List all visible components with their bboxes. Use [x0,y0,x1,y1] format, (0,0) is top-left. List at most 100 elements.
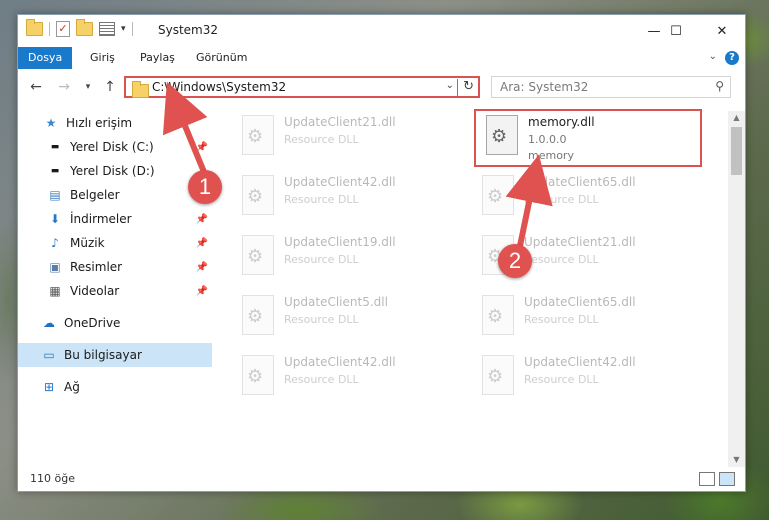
file-name: UpdateClient21.dll [524,235,636,249]
search-placeholder: Ara: System32 [500,80,589,94]
cloud-icon: ☁ [43,316,55,330]
pictures-icon: ▣ [49,260,61,274]
dll-file-icon [242,175,274,215]
file-item-memory-dll[interactable]: memory.dll 1.0.0.0 memory [474,109,702,167]
file-item[interactable]: UpdateClient42.dll Resource DLL [232,351,452,409]
pin-icon[interactable]: 📌 [196,238,208,249]
sidebar-item-network[interactable]: ⊞ Ağ [18,375,212,399]
dll-file-icon [242,235,274,275]
sidebar-item-disk-c[interactable]: ▬ Yerel Disk (C:) 📌 [18,135,212,159]
title-bar: ✓ ▾ System32 — ☐ ✕ [18,15,745,47]
file-name: UpdateClient65.dll [524,295,636,309]
folder-icon [132,81,149,98]
download-icon: ⬇ [49,212,61,226]
sidebar-item-label: İndirmeler [70,212,132,226]
sidebar-item-onedrive[interactable]: ☁ OneDrive [18,311,212,335]
sidebar-item-label: OneDrive [64,316,121,330]
search-input[interactable]: Ara: System32 ⚲ [491,76,731,98]
file-description: Resource DLL [524,193,599,206]
back-arrow-icon[interactable]: ← [26,77,46,97]
forward-arrow-icon[interactable]: → [54,77,74,97]
file-description: Resource DLL [524,373,599,386]
toolbar-divider [131,22,133,36]
file-version: 1.0.0.0 [528,133,567,146]
file-item[interactable]: UpdateClient65.dll Resource DLL [472,171,692,229]
sidebar-item-pictures[interactable]: ▣ Resimler 📌 [18,255,212,279]
sidebar-item-videos[interactable]: ▦ Videolar 📌 [18,279,212,303]
help-icon[interactable]: ? [725,51,739,65]
sidebar-item-music[interactable]: ♪ Müzik 📌 [18,231,212,255]
properties-icon[interactable] [99,22,115,36]
sidebar-item-quick-access[interactable]: ★ Hızlı erişim [18,111,212,135]
sidebar-item-label: Videolar [70,284,120,298]
pin-icon[interactable]: 📌 [196,214,208,225]
window-title: System32 [158,23,219,37]
file-item[interactable]: UpdateClient19.dll Resource DLL [232,231,452,289]
large-icons-view-icon[interactable] [719,472,735,486]
sidebar-item-label: Yerel Disk (D:) [70,164,155,178]
close-button[interactable]: ✕ [699,15,745,47]
tab-paylas[interactable]: Paylaş [130,47,185,69]
video-icon: ▦ [49,284,61,298]
sidebar-item-this-pc[interactable]: ▭ Bu bilgisayar [18,343,212,367]
maximize-button[interactable]: ☐ [653,15,699,47]
address-bar[interactable]: C:\Windows\System32 ⌄ ↻ [124,76,480,98]
file-name: UpdateClient65.dll [524,175,636,189]
tab-giris[interactable]: Giriş [80,47,125,69]
properties-check-icon[interactable]: ✓ [56,21,70,37]
scroll-up-icon[interactable]: ▲ [728,111,745,125]
item-count: 110 öğe [30,472,75,485]
computer-icon: ▭ [43,348,55,362]
address-path[interactable]: C:\Windows\System32 [152,80,286,94]
drive-icon: ▬ [50,142,60,152]
file-item[interactable]: UpdateClient42.dll Resource DLL [232,171,452,229]
navigation-bar: ← → ▾ ↑ C:\Windows\System32 ⌄ ↻ Ara: Sys… [18,73,745,103]
star-icon: ★ [45,116,57,130]
dll-file-icon [482,295,514,335]
dll-file-icon [242,355,274,395]
tab-dosya[interactable]: Dosya [18,47,73,69]
pin-icon[interactable]: 📌 [196,286,208,297]
file-item[interactable]: UpdateClient21.dll Resource DLL [232,111,452,169]
sidebar-item-label: Müzik [70,236,105,250]
sidebar-item-label: Belgeler [70,188,120,202]
file-name: UpdateClient5.dll [284,295,388,309]
dll-file-icon [486,115,518,155]
scroll-thumb[interactable] [731,127,742,175]
tab-gorunum[interactable]: Görünüm [186,47,257,69]
sidebar-item-label: Yerel Disk (C:) [70,140,154,154]
sidebar-item-label: Resimler [70,260,123,274]
new-folder-icon[interactable] [76,19,93,36]
sidebar-item-disk-d[interactable]: ▬ Yerel Disk (D:) [18,159,212,183]
details-view-icon[interactable] [699,472,715,486]
pin-icon[interactable]: 📌 [196,262,208,273]
chevron-down-icon[interactable]: ⌄ [446,80,454,91]
vertical-scrollbar[interactable]: ▲ ▼ [728,111,745,467]
scroll-down-icon[interactable]: ▼ [728,453,745,467]
sidebar-item-label: Hızlı erişim [66,116,133,130]
file-description: Resource DLL [284,313,359,326]
folder-icon [26,19,43,36]
ribbon-expand-icon[interactable]: ⌄ [709,51,717,62]
sidebar-item-documents[interactable]: ▤ Belgeler [18,183,212,207]
file-item[interactable]: UpdateClient65.dll Resource DLL [472,291,692,349]
status-bar: 110 öğe [18,467,745,491]
network-icon: ⊞ [43,380,55,394]
refresh-icon[interactable]: ↻ [463,79,474,94]
callout-badge-2: 2 [498,244,532,278]
recent-locations-icon[interactable]: ▾ [78,77,98,97]
file-description: Resource DLL [284,133,359,146]
file-name: UpdateClient21.dll [284,115,396,129]
address-divider [457,79,458,96]
chevron-down-icon[interactable]: ▾ [121,24,126,34]
sidebar-item-downloads[interactable]: ⬇ İndirmeler 📌 [18,207,212,231]
file-item[interactable]: UpdateClient5.dll Resource DLL [232,291,452,349]
up-arrow-icon[interactable]: ↑ [100,77,120,97]
toolbar-divider [49,22,50,36]
file-description: Resource DLL [524,253,599,266]
file-item[interactable]: UpdateClient42.dll Resource DLL [472,351,692,409]
search-icon: ⚲ [715,79,724,93]
pin-icon[interactable]: 📌 [196,142,208,153]
file-list: UpdateClient21.dll Resource DLL memory.d… [218,109,728,467]
music-icon: ♪ [51,236,59,250]
